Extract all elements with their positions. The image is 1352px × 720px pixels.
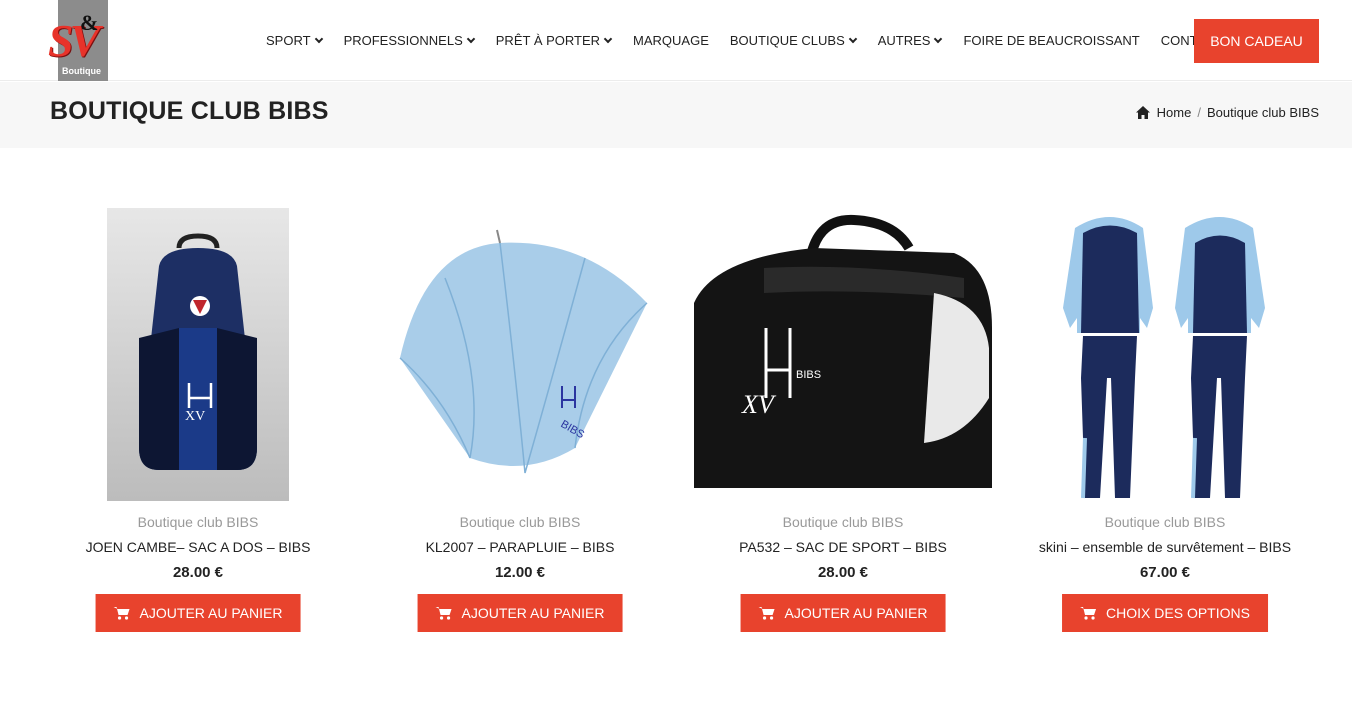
breadcrumb-separator: /: [1197, 105, 1201, 120]
nav-item-foire[interactable]: FOIRE DE BEAUCROISSANT: [963, 33, 1139, 48]
cart-icon: [435, 607, 452, 620]
product-card: XV BIBS Boutique club BIBS PA532 – SAC D…: [693, 208, 993, 632]
sports-bag-image[interactable]: XV BIBS: [694, 208, 992, 501]
nav-item-label: SPORT: [266, 33, 311, 48]
product-name[interactable]: PA532 – SAC DE SPORT – BIBS: [693, 539, 993, 555]
cart-icon: [758, 607, 775, 620]
product-price: 12.00 €: [494, 564, 546, 581]
page-title: BOUTIQUE CLUB BIBS: [50, 97, 329, 125]
add-to-cart-button[interactable]: AJOUTER AU PANIER: [417, 594, 623, 632]
product-card: BIBS Boutique club BIBS KL2007 – PARAPLU…: [370, 208, 670, 632]
nav-item-sport[interactable]: SPORT: [266, 33, 323, 48]
product-price: 28.00 €: [172, 564, 224, 581]
backpack-image[interactable]: XV: [107, 208, 289, 501]
chevron-down-icon: [848, 34, 857, 43]
svg-text:XV: XV: [741, 390, 777, 419]
button-label: AJOUTER AU PANIER: [461, 605, 605, 621]
nav-item-label: PROFESSIONNELS: [343, 33, 463, 48]
select-options-button[interactable]: CHOIX DES OPTIONS: [1062, 594, 1268, 632]
nav-item-label: BOUTIQUE CLUBS: [729, 33, 845, 48]
breadcrumb-current: Boutique club BIBS: [1206, 105, 1319, 120]
svg-text:BIBS: BIBS: [796, 369, 821, 381]
site-header: SV & Boutique SPORT PROFESSIONNELS PRÊT …: [0, 0, 1352, 81]
nav-item-label: FOIRE DE BEAUCROISSANT: [963, 33, 1140, 48]
product-name[interactable]: KL2007 – PARAPLUIE – BIBS: [370, 539, 670, 555]
button-label: AJOUTER AU PANIER: [784, 605, 928, 621]
chevron-down-icon: [603, 34, 613, 43]
chevron-down-icon: [466, 34, 476, 43]
add-to-cart-button[interactable]: AJOUTER AU PANIER: [740, 594, 946, 632]
nav-item-marquage[interactable]: MARQUAGE: [633, 33, 709, 48]
nav-item-label: PRÊT À PORTER: [495, 33, 601, 48]
svg-text:XV: XV: [185, 409, 205, 424]
chevron-down-icon: [934, 34, 943, 43]
breadcrumb: Home / Boutique club BIBS: [1135, 105, 1319, 120]
product-category[interactable]: Boutique club BIBS: [370, 514, 670, 530]
add-to-cart-button[interactable]: AJOUTER AU PANIER: [95, 594, 301, 632]
nav-item-pret-a-porter[interactable]: PRÊT À PORTER: [495, 33, 613, 48]
site-logo[interactable]: SV & Boutique: [48, 0, 124, 81]
chevron-down-icon: [314, 34, 323, 43]
cart-icon: [113, 607, 130, 620]
product-category[interactable]: Boutique club BIBS: [1015, 514, 1315, 530]
logo-tagline: Boutique: [62, 66, 101, 76]
tracksuit-image[interactable]: [1055, 208, 1275, 501]
main-nav: SPORT PROFESSIONNELS PRÊT À PORTER MARQU…: [266, 0, 1244, 81]
nav-item-professionnels[interactable]: PROFESSIONNELS: [343, 33, 476, 48]
nav-item-boutique-clubs[interactable]: BOUTIQUE CLUBS: [729, 33, 857, 48]
logo-ampersand: &: [80, 10, 99, 35]
nav-item-autres[interactable]: AUTRES: [877, 33, 943, 48]
gift-card-button[interactable]: BON CADEAU: [1194, 19, 1319, 63]
button-label: CHOIX DES OPTIONS: [1106, 605, 1250, 621]
product-card: XV Boutique club BIBS JOEN CAMBE– SAC A …: [48, 208, 348, 632]
product-name[interactable]: skini – ensemble de survêtement – BIBS: [1015, 539, 1315, 555]
product-name[interactable]: JOEN CAMBE– SAC A DOS – BIBS: [48, 539, 348, 555]
cart-icon: [1080, 607, 1097, 620]
product-price: 67.00 €: [1139, 564, 1191, 581]
umbrella-image[interactable]: BIBS: [385, 208, 655, 501]
button-label: AJOUTER AU PANIER: [139, 605, 283, 621]
product-card: Boutique club BIBS skini – ensemble de s…: [1015, 208, 1315, 632]
product-price: 28.00 €: [817, 564, 869, 581]
product-category[interactable]: Boutique club BIBS: [693, 514, 993, 530]
nav-item-label: AUTRES: [877, 33, 931, 48]
product-category[interactable]: Boutique club BIBS: [48, 514, 348, 530]
breadcrumb-home-link[interactable]: Home: [1157, 105, 1192, 120]
home-icon: [1135, 106, 1150, 119]
nav-item-label: MARQUAGE: [633, 33, 709, 48]
